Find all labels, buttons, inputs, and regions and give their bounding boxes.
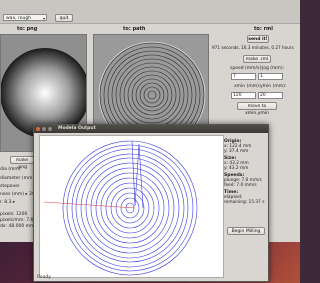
size-y: y: 43.2 mm — [224, 166, 249, 171]
status-bar-text: Ready — [37, 275, 51, 280]
minimize-icon[interactable] — [42, 127, 46, 131]
ymin-input[interactable]: 20 — [258, 92, 283, 99]
xmin-input[interactable]: 120 — [231, 92, 256, 99]
move-to-origin-button[interactable]: move to xmin,ymin — [237, 102, 277, 116]
origin-y: y: 37.4 mm — [224, 149, 249, 154]
png-column-title: to: png — [17, 26, 38, 32]
make-rml-button[interactable]: make .rml — [243, 55, 271, 63]
dialog-titlebar[interactable]: Modela Output — [34, 125, 268, 133]
dialog-title: Modela Output — [58, 126, 96, 131]
close-icon[interactable] — [36, 127, 40, 131]
quit-button[interactable]: quit — [55, 14, 73, 22]
rate-text: r. 8.3 ▸ — [0, 200, 16, 205]
dia-label: dia (mm) — [0, 167, 21, 172]
jog-label: jog (mm): — [262, 66, 285, 71]
feed-speed: feed: 7.0 mm/s — [224, 183, 257, 188]
modela-output-dialog: Modela Output Origin: x: 122.4 mm y: 37.… — [33, 124, 269, 282]
maximize-icon[interactable] — [48, 127, 52, 131]
begin-milling-button[interactable]: Begin Milling — [227, 227, 265, 235]
process-select[interactable]: wax, rough ▾ — [3, 14, 47, 21]
speed-label: speed (mm/s): — [230, 66, 263, 71]
rml-column-title: to: rml — [254, 26, 273, 32]
job-info-panel: Origin: x: 122.4 mm y: 37.4 mm Size: x: … — [224, 137, 266, 205]
send-button[interactable]: send it! — [247, 35, 269, 43]
ymin-label: ymin (mm): — [260, 84, 287, 89]
stepover-label: stepover — [0, 184, 20, 189]
path-column-title: to: path — [123, 26, 146, 32]
pixels-text: pixels: 1200 — [0, 212, 28, 217]
make-png-button[interactable]: make .png — [10, 156, 34, 170]
jog-input[interactable]: 1 — [258, 73, 283, 80]
diameter-label: diameter (mm) — [0, 176, 35, 181]
pixels-per-mm-text: pixels/mm: 7.66 — [0, 218, 37, 223]
remaining-time: remaining: 15:37 s — [224, 200, 265, 205]
process-select-value: wax, rough — [6, 16, 32, 21]
xmin-label: xmin (mm): — [234, 84, 261, 89]
speed-input[interactable]: 7 — [231, 73, 256, 80]
toolbar: wax, rough ▾ quit — [0, 0, 300, 24]
toolpath-canvas — [39, 135, 224, 278]
toolpath-drawing — [43, 140, 198, 276]
chevron-down-icon: ▾ — [42, 16, 45, 21]
time-estimate-text: 971 seconds, 16.3 minutes, 0.27 hours — [212, 45, 294, 50]
